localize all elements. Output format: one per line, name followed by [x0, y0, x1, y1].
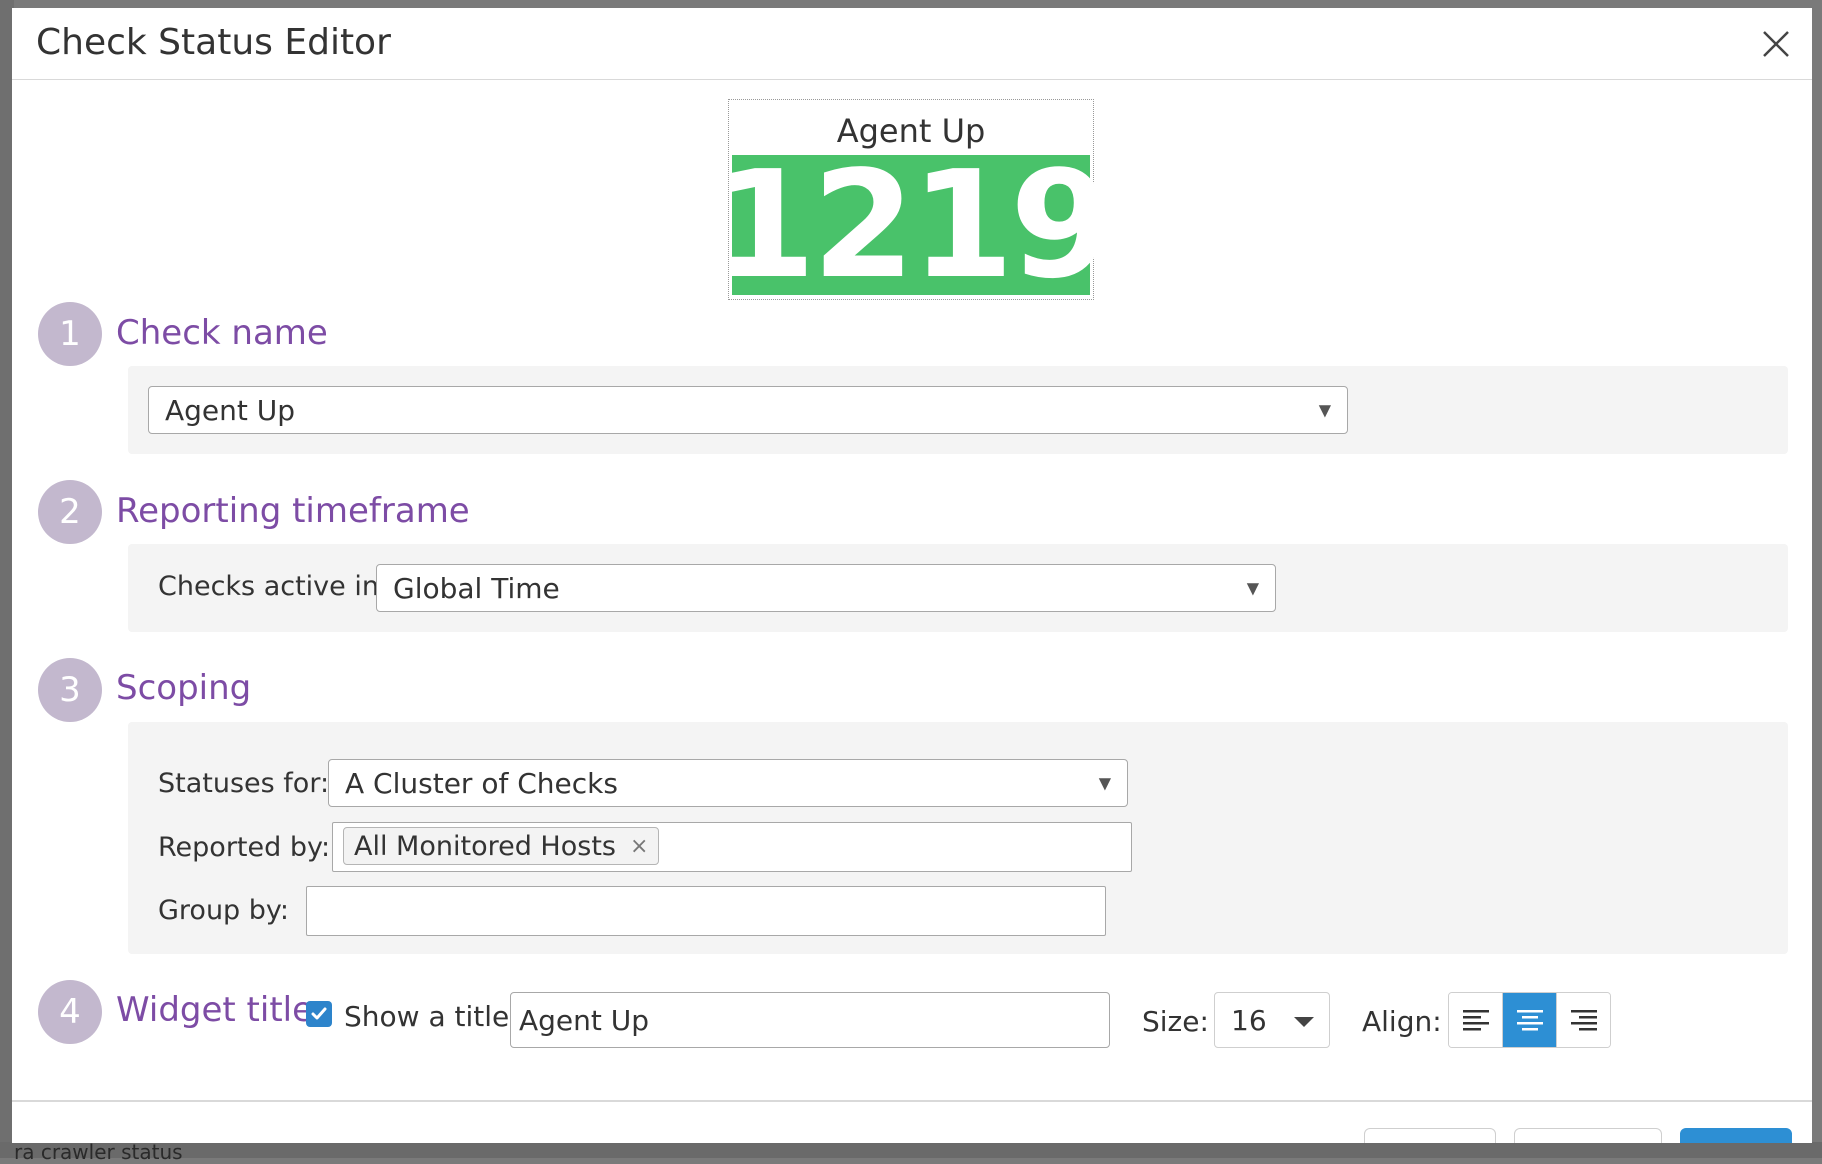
size-label: Size: [1142, 1005, 1209, 1038]
preview-value-box: 1219 [713, 151, 1113, 299]
timeframe-value: Global Time [393, 571, 560, 605]
modal-title: Check Status Editor [36, 22, 391, 63]
close-icon [1763, 31, 1789, 57]
widget-title-value: Agent Up [519, 1003, 650, 1037]
align-right-button[interactable] [1556, 993, 1610, 1047]
cancel-button[interactable] [1364, 1128, 1496, 1143]
save-button[interactable] [1680, 1128, 1792, 1143]
align-button-group [1448, 992, 1611, 1048]
show-title-label: Show a title: [344, 1000, 519, 1033]
reported-by-tag-label: All Monitored Hosts [354, 830, 616, 862]
secondary-button[interactable] [1514, 1128, 1662, 1143]
timeframe-select[interactable]: Global Time ▼ [376, 564, 1276, 612]
remove-tag-icon[interactable]: × [630, 834, 648, 859]
modal-header: Check Status Editor [12, 8, 1812, 80]
step-2-title: Reporting timeframe [116, 491, 470, 531]
checkmark-icon [311, 1007, 327, 1020]
widget-preview: Agent Up 1219 [713, 99, 1113, 300]
group-by-label: Group by: [158, 895, 290, 926]
scoping-panel: Statuses for: A Cluster of Checks ▼ Repo… [128, 722, 1788, 954]
check-status-editor-modal: Check Status Editor Agent Up 1219 1 Chec… [12, 8, 1812, 1143]
align-left-icon [1462, 1010, 1489, 1031]
show-title-checkbox[interactable] [306, 1001, 332, 1027]
caret-down-icon: ▼ [1318, 400, 1331, 420]
statuses-for-select[interactable]: A Cluster of Checks ▼ [328, 759, 1128, 807]
caret-down-icon: ▼ [1246, 578, 1259, 598]
statuses-for-value: A Cluster of Checks [345, 766, 618, 800]
background-app-bottom [0, 1142, 1822, 1158]
footer-divider [12, 1100, 1812, 1102]
background-app-text: ra crawler status [14, 1140, 183, 1164]
step-3-number: 3 [38, 658, 102, 722]
step-4-number: 4 [38, 980, 102, 1044]
reported-by-input[interactable]: All Monitored Hosts × [332, 822, 1132, 872]
step-2-number: 2 [38, 480, 102, 544]
step-4-title: Widget title [116, 990, 314, 1030]
step-1-title: Check name [116, 313, 328, 353]
reported-by-tag: All Monitored Hosts × [343, 827, 660, 865]
check-name-select[interactable]: Agent Up ▼ [148, 386, 1348, 434]
caret-down-icon: ▼ [1098, 773, 1111, 793]
checks-active-label: Checks active in: [158, 571, 389, 602]
align-label: Align: [1362, 1005, 1442, 1038]
preview-value: 1219 [713, 139, 1113, 311]
caret-down-icon [1294, 1017, 1314, 1027]
align-right-icon [1570, 1010, 1597, 1031]
title-size-value: 16 [1231, 1003, 1267, 1037]
timeframe-panel: Checks active in: Global Time ▼ [128, 544, 1788, 632]
step-3-title: Scoping [116, 668, 252, 708]
check-name-value: Agent Up [165, 393, 296, 427]
widget-title-input[interactable]: Agent Up [510, 992, 1110, 1048]
check-name-panel: Agent Up ▼ [128, 366, 1788, 454]
statuses-for-label: Statuses for: [158, 768, 330, 799]
reported-by-label: Reported by: [158, 832, 331, 863]
step-1-number: 1 [38, 302, 102, 366]
align-center-button[interactable] [1502, 993, 1556, 1047]
close-button[interactable] [1754, 22, 1798, 66]
group-by-input[interactable] [306, 886, 1106, 936]
title-size-select[interactable]: 16 [1214, 992, 1330, 1048]
align-center-icon [1516, 1010, 1543, 1031]
align-left-button[interactable] [1449, 993, 1502, 1047]
